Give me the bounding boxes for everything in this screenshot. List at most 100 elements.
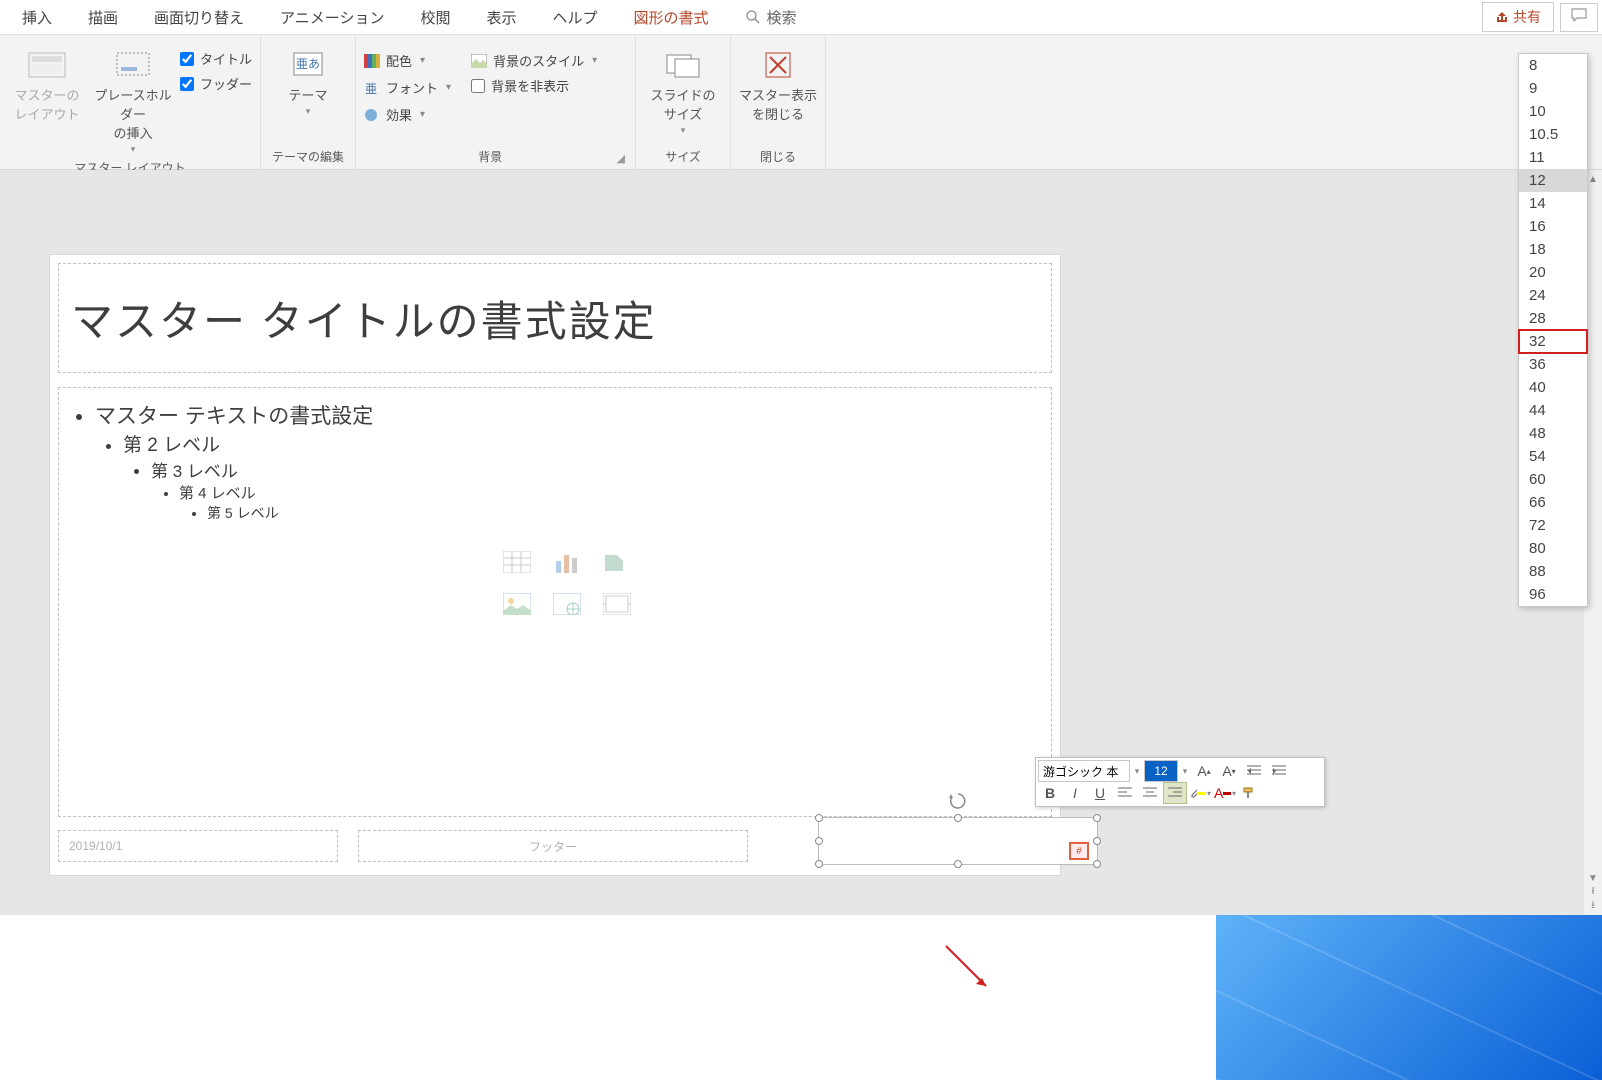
selection-handle[interactable] [815,837,823,845]
background-styles-button[interactable]: 背景のスタイル▾ [471,49,597,72]
title-checkbox[interactable]: タイトル [180,49,252,68]
font-size-option[interactable]: 11 [1519,146,1587,169]
footer-placeholder[interactable]: フッター [358,830,748,862]
slide-number-placeholder[interactable]: # [818,817,1098,865]
level1-text: マスター テキストの書式設定 [95,405,373,428]
group-background: 配色▾ 亜フォント▾ 効果▾ 背景のスタイル▾ 背景を非表示 背景 ◢ [356,35,636,169]
font-size-option[interactable]: 66 [1519,491,1587,514]
hide-background-checkbox[interactable]: 背景を非表示 [471,76,597,95]
fonts-icon: 亜 [364,81,380,95]
slide-number-field[interactable]: # [1069,842,1089,860]
selection-handle[interactable] [954,814,962,822]
chevron-down-icon: ▾ [446,82,451,93]
decrease-indent-button[interactable] [1242,760,1266,782]
tab-insert[interactable]: 挿入 [4,1,70,34]
selection-handle[interactable] [815,860,823,868]
bold-button[interactable]: B [1038,782,1062,804]
group-close: マスター表示 を閉じる 閉じる [731,35,826,169]
decrease-font-button[interactable]: A▾ [1217,760,1241,782]
insert-chart-icon[interactable] [549,548,585,576]
bg-styles-label: 背景のスタイル [493,51,584,70]
font-size-option[interactable]: 54 [1519,445,1587,468]
italic-button[interactable]: I [1063,782,1087,804]
dialog-launcher-icon[interactable]: ◢ [617,152,625,165]
slide-size-button[interactable]: スライドの サイズ ▾ [644,43,722,136]
font-size-option[interactable]: 18 [1519,238,1587,261]
increase-font-button[interactable]: A▴ [1192,760,1216,782]
tab-help[interactable]: ヘルプ [534,1,615,34]
align-left-button[interactable] [1113,782,1137,804]
font-size-option[interactable]: 10.5 [1519,123,1587,146]
tab-transitions[interactable]: 画面切り替え [136,1,262,34]
font-size-option[interactable]: 14 [1519,192,1587,215]
tab-review[interactable]: 校閲 [402,1,468,34]
font-name-input[interactable] [1038,760,1130,782]
align-center-button[interactable] [1138,782,1162,804]
font-size-option[interactable]: 72 [1519,514,1587,537]
selection-handle[interactable] [954,860,962,868]
effects-label: 効果 [386,105,412,124]
font-size-option[interactable]: 88 [1519,560,1587,583]
themes-button[interactable]: 亜あ テーマ ▾ [269,43,347,117]
font-size-option[interactable]: 8 [1519,54,1587,77]
font-size-option[interactable]: 60 [1519,468,1587,491]
selection-handle[interactable] [1093,814,1101,822]
tab-animations[interactable]: アニメーション [262,1,402,34]
font-color-button[interactable]: A▾ [1213,782,1237,804]
next-slide-icon[interactable]: ⭳ [1586,899,1600,913]
chevron-down-icon[interactable]: ▾ [1179,766,1191,777]
colors-label: 配色 [386,51,412,70]
selection-handle[interactable] [815,814,823,822]
insert-online-picture-icon[interactable] [549,590,585,618]
effects-button[interactable]: 効果▾ [364,103,451,126]
decrease-indent-icon [1247,765,1261,777]
title-placeholder[interactable]: マスター タイトルの書式設定 [58,263,1052,373]
font-size-option[interactable]: 28 [1519,307,1587,330]
tab-shape-format[interactable]: 図形の書式 [616,1,727,34]
font-size-option[interactable]: 32 [1519,330,1587,353]
fonts-button[interactable]: 亜フォント▾ [364,76,451,99]
footer-checkbox[interactable]: フッダー [180,74,252,93]
font-size-option[interactable]: 9 [1519,77,1587,100]
insert-video-icon[interactable] [599,590,635,618]
font-size-option[interactable]: 96 [1519,583,1587,606]
underline-button[interactable]: U [1088,782,1112,804]
tab-draw[interactable]: 描画 [70,1,136,34]
selection-handle[interactable] [1093,837,1101,845]
comments-button[interactable] [1560,3,1598,32]
text-highlight-button[interactable]: ▾ [1188,782,1212,804]
font-size-option[interactable]: 12 [1519,169,1587,192]
increase-indent-button[interactable] [1267,760,1291,782]
font-size-input[interactable] [1144,760,1178,782]
selection-handle[interactable] [1093,860,1101,868]
font-size-option[interactable]: 40 [1519,376,1587,399]
scroll-up-icon[interactable]: ▲ [1586,172,1600,186]
insert-placeholder-button[interactable]: プレースホルダー の挿入 ▾ [94,43,172,155]
font-size-option[interactable]: 80 [1519,537,1587,560]
font-size-option[interactable]: 24 [1519,284,1587,307]
slide-size-label: スライドの サイズ [651,85,716,123]
font-size-dropdown[interactable]: 891010.511121416182024283236404448546066… [1518,53,1588,607]
align-right-button[interactable] [1163,782,1187,804]
insert-table-icon[interactable] [499,548,535,576]
body-placeholder[interactable]: マスター テキストの書式設定 第 2 レベル 第 3 レベル 第 4 レベル 第… [58,387,1052,817]
font-size-option[interactable]: 48 [1519,422,1587,445]
font-size-option[interactable]: 10 [1519,100,1587,123]
font-size-option[interactable]: 36 [1519,353,1587,376]
chevron-down-icon[interactable]: ▾ [1131,766,1143,777]
tab-view[interactable]: 表示 [468,1,534,34]
format-painter-button[interactable] [1238,782,1262,804]
font-size-option[interactable]: 20 [1519,261,1587,284]
slide-master[interactable]: マスター タイトルの書式設定 マスター テキストの書式設定 第 2 レベル 第 … [50,255,1060,875]
colors-button[interactable]: 配色▾ [364,49,451,72]
date-placeholder[interactable]: 2019/10/1 [58,830,338,862]
insert-picture-icon[interactable] [499,590,535,618]
font-size-option[interactable]: 44 [1519,399,1587,422]
rotate-handle-icon[interactable] [949,792,967,810]
close-master-view-button[interactable]: マスター表示 を閉じる [739,43,817,123]
font-size-option[interactable]: 16 [1519,215,1587,238]
master-layout-button[interactable]: マスターの レイアウト [8,43,86,123]
insert-smartart-icon[interactable] [599,548,635,576]
share-button[interactable]: 共有 [1482,2,1554,32]
search-box[interactable]: 検索 [745,7,797,28]
